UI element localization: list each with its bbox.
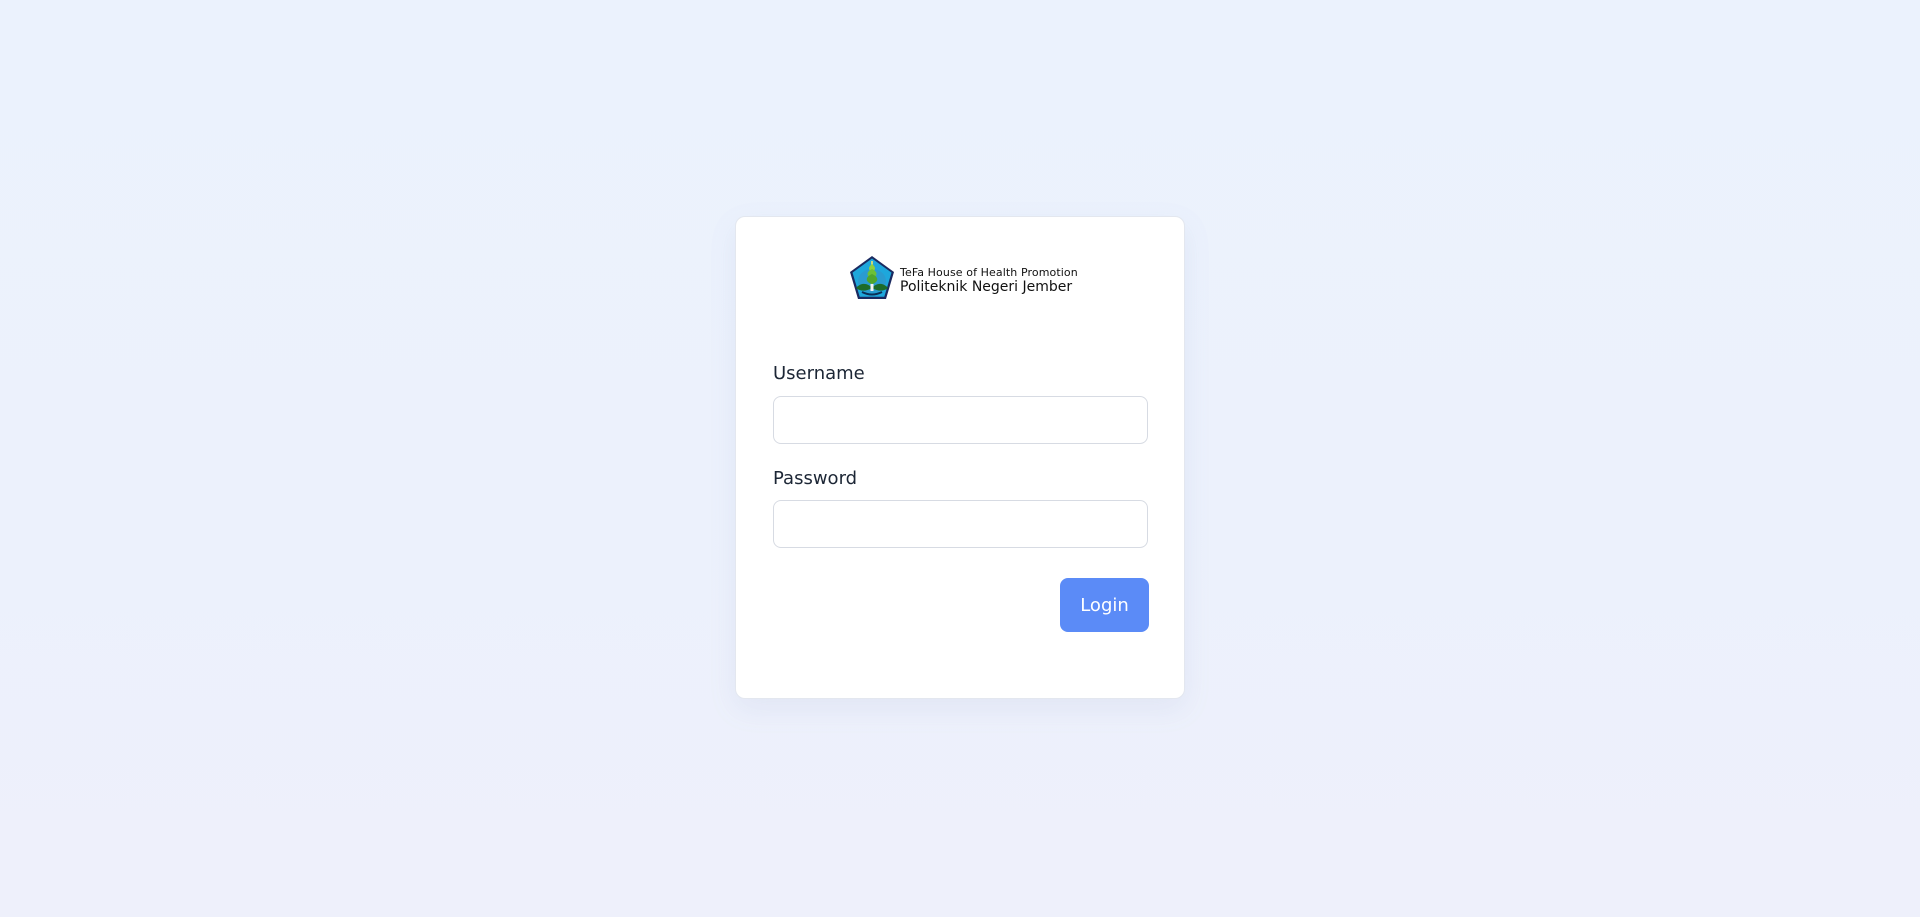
login-card: TeFa House of Health Promotion Politekni…: [735, 216, 1185, 699]
brand-line1: TeFa House of Health Promotion: [900, 265, 1078, 279]
password-label: Password: [773, 468, 858, 489]
polije-emblem-icon: [850, 256, 894, 299]
login-button[interactable]: Login: [1060, 578, 1149, 632]
password-input[interactable]: [773, 500, 1148, 548]
username-label: Username: [773, 363, 865, 384]
username-input[interactable]: [773, 396, 1148, 444]
brand-logo: TeFa House of Health Promotion Politekni…: [848, 255, 1078, 301]
brand-line2: Politeknik Negeri Jember: [900, 278, 1073, 295]
brand-text: TeFa House of Health Promotion Politekni…: [900, 263, 1078, 294]
